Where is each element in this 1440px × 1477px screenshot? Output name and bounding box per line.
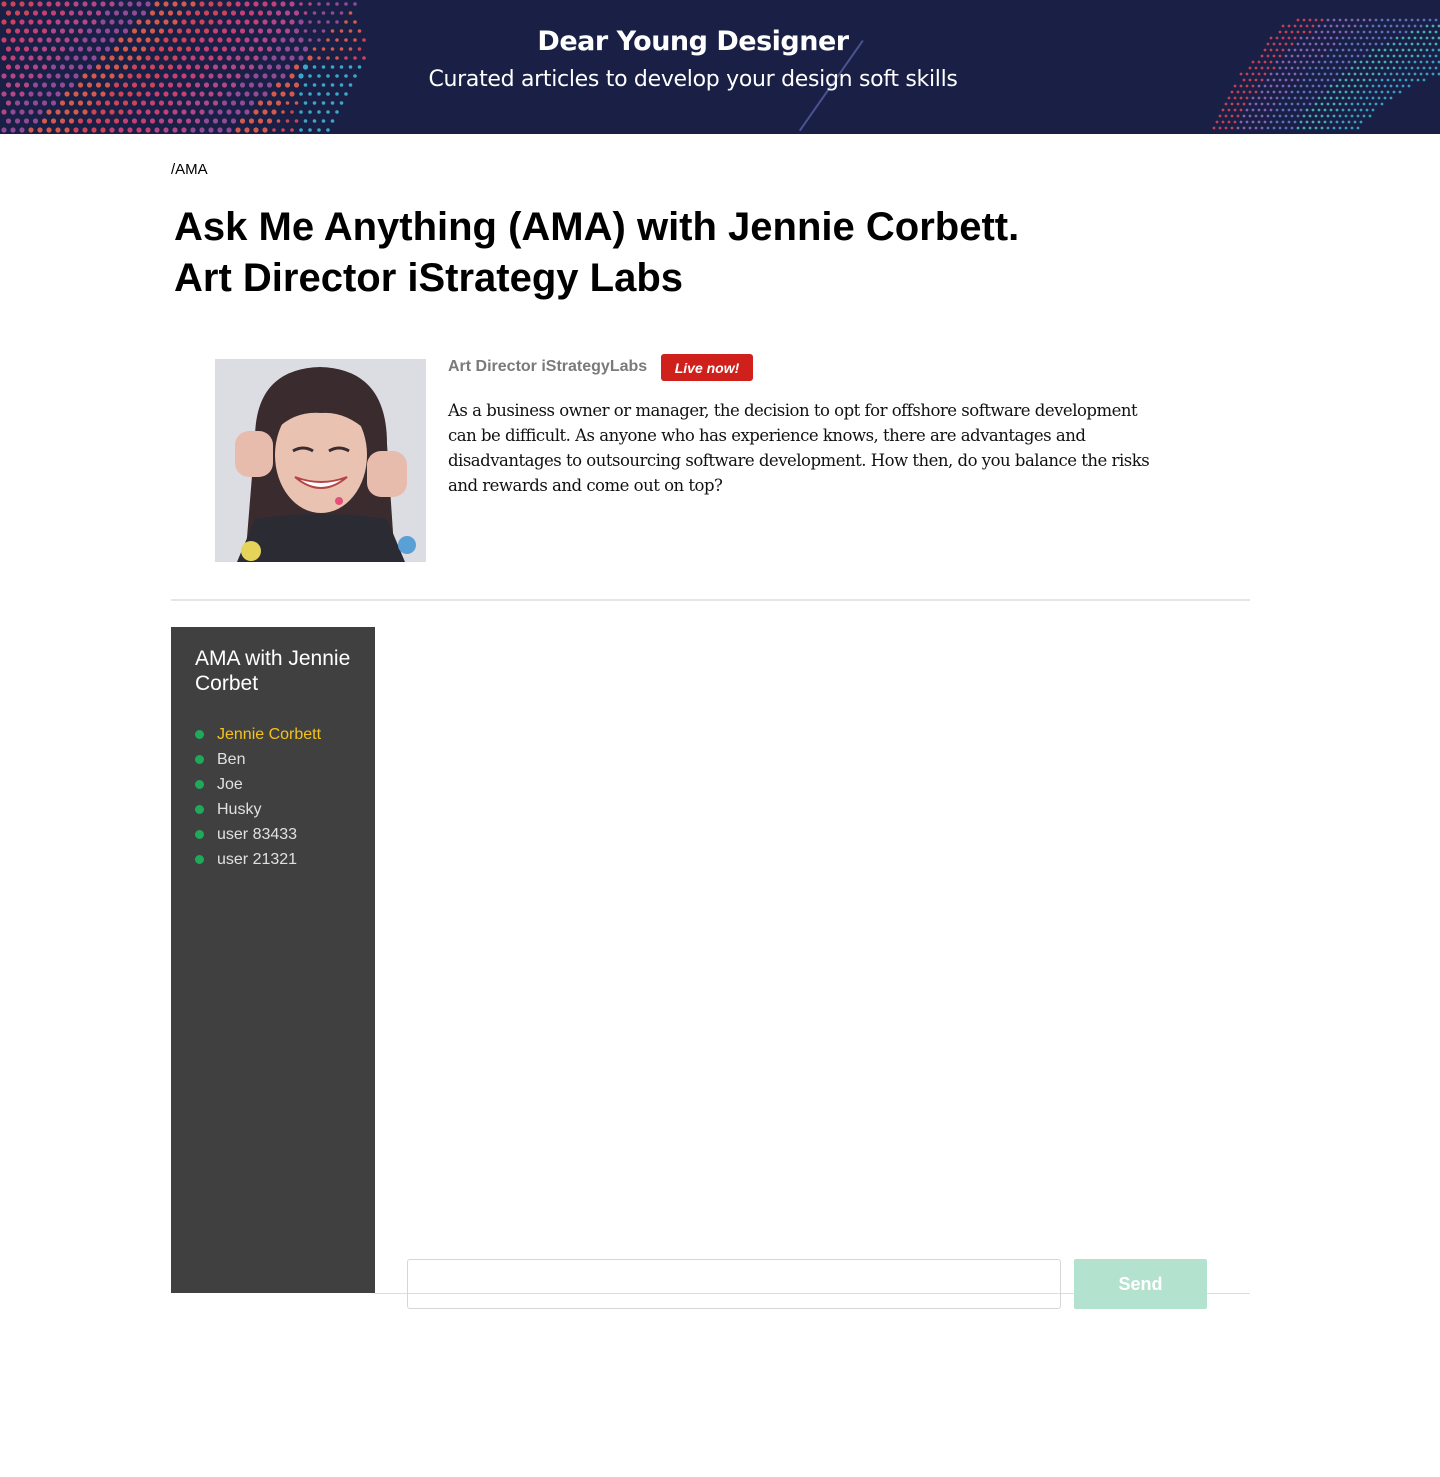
portrait-image (215, 359, 426, 562)
participant-item[interactable]: Joe (195, 772, 321, 797)
participant-item[interactable]: Jennie Corbett (195, 722, 321, 747)
participant-item[interactable]: user 83433 (195, 822, 321, 847)
chat-participants-sidebar: AMA with Jennie Corbet Jennie Corbett Be… (171, 627, 375, 1293)
author-role: Art Director iStrategyLabs (448, 358, 648, 375)
participant-name: Joe (217, 775, 243, 793)
online-status-icon (195, 805, 204, 814)
online-status-icon (195, 730, 204, 739)
chat-message-input[interactable] (407, 1259, 1061, 1309)
online-status-icon (195, 855, 204, 864)
participant-name: Ben (217, 750, 246, 768)
live-now-badge: Live now! (661, 354, 753, 381)
page-title-line-1: Ask Me Anything (AMA) with Jennie Corbet… (174, 205, 1020, 249)
site-title[interactable]: Dear Young Designer (0, 26, 1386, 57)
send-button[interactable]: Send (1074, 1259, 1207, 1309)
participant-name: user 21321 (217, 850, 298, 868)
participant-item[interactable]: Husky (195, 797, 321, 822)
participant-item[interactable]: Ben (195, 747, 321, 772)
participant-item[interactable]: user 21321 (195, 847, 321, 872)
section-divider (171, 599, 1250, 601)
chat-title: AMA with Jennie Corbet (195, 647, 351, 695)
breadcrumb[interactable]: /AMA (171, 161, 208, 178)
page-title: Ask Me Anything (AMA) with Jennie Corbet… (174, 202, 1174, 304)
online-status-icon (195, 830, 204, 839)
ama-description: As a business owner or manager, the deci… (448, 401, 1150, 495)
participant-name: Husky (217, 800, 262, 818)
participant-name: user 83433 (217, 825, 298, 843)
site-subtitle: Curated articles to develop your design … (428, 67, 958, 92)
online-status-icon (195, 755, 204, 764)
participant-name: Jennie Corbett (217, 725, 322, 743)
header-banner: Dear Young Designer Curated articles to … (0, 0, 1440, 134)
page-title-line-2: Art Director iStrategy Labs (174, 256, 684, 300)
online-status-icon (195, 780, 204, 789)
participant-list: Jennie Corbett Ben Joe Husky user 83433 … (195, 722, 321, 872)
avatar (215, 359, 426, 562)
